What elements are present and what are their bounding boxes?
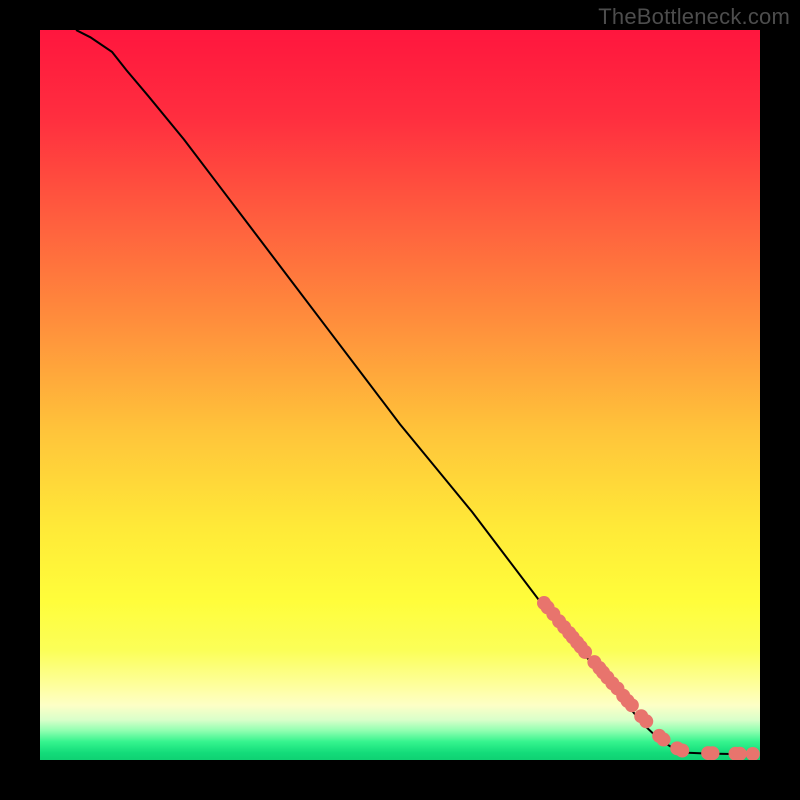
chart-svg xyxy=(40,30,760,760)
chart-root: TheBottleneck.com xyxy=(0,0,800,800)
plot-area xyxy=(40,30,760,760)
data-point xyxy=(625,698,639,712)
data-point xyxy=(657,733,671,747)
data-point xyxy=(639,714,653,728)
data-point xyxy=(705,746,719,760)
data-point xyxy=(675,744,689,758)
attribution-text: TheBottleneck.com xyxy=(598,4,790,30)
gradient-background xyxy=(40,30,760,760)
